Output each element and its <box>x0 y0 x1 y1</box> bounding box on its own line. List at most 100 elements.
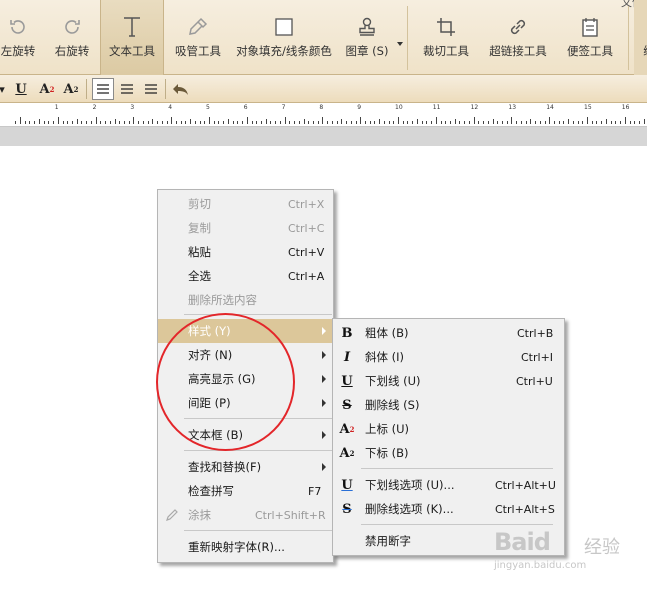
underline-button[interactable]: U <box>10 78 32 100</box>
dropdown-icon[interactable]: ▾ <box>0 78 8 100</box>
eyedropper-label: 吸管工具 <box>175 44 221 58</box>
ruler-tick <box>114 119 116 124</box>
sticky-note-button[interactable]: 便签工具 <box>560 0 620 75</box>
ruler-tick <box>246 117 248 124</box>
ruler-tick <box>209 117 210 124</box>
edit-button[interactable]: 编 <box>634 0 647 75</box>
ruler-tick <box>142 121 144 124</box>
subscript-button[interactable]: A2 <box>60 78 82 100</box>
edit-label: 编 <box>643 44 647 58</box>
smudge-icon <box>164 507 180 523</box>
menu-item-label: 全选 <box>188 269 211 283</box>
rotate-left-label: 左旋转 <box>0 44 36 58</box>
submenu-item-bold[interactable]: B 粗体 (B) Ctrl+B <box>333 321 564 345</box>
menu-item-remap-fonts[interactable]: 重新映射字体(R)... <box>158 535 333 559</box>
ruler-tick <box>100 121 102 124</box>
menu-item-shortcut: F7 <box>308 484 322 498</box>
stamp-icon <box>356 10 378 44</box>
ruler-tick <box>152 119 154 124</box>
rotate-left-button[interactable]: 左旋转 <box>0 0 42 75</box>
ruler-tick <box>166 121 168 124</box>
menu-item-paste[interactable]: 粘贴 Ctrl+V <box>158 240 333 264</box>
submenu-arrow-icon <box>322 463 326 471</box>
align-justify-icon <box>145 84 157 94</box>
ruler-tick <box>440 121 442 124</box>
ruler-tick <box>369 121 371 124</box>
ruler-tick <box>431 121 433 124</box>
ruler-tick <box>539 121 541 124</box>
ruler-tick <box>421 121 423 124</box>
eyedropper-icon <box>187 10 209 44</box>
ruler-tick <box>213 121 215 124</box>
menu-item-label: 下划线选项 (U)... <box>365 478 455 492</box>
ruler-tick <box>317 121 319 124</box>
ruler-tick <box>48 121 50 124</box>
align-justify-button[interactable] <box>140 78 162 100</box>
fill-color-button[interactable]: 对象填充/线条颜色 <box>234 0 334 75</box>
eyedropper-button[interactable]: 吸管工具 <box>168 0 228 75</box>
ruler-tick <box>525 121 527 124</box>
ruler-tick <box>34 121 36 124</box>
ruler-tick <box>133 117 135 124</box>
superscript-button[interactable]: A2 <box>36 78 58 100</box>
ruler-tick <box>327 121 329 124</box>
ruler-tick <box>516 121 518 124</box>
menu-separator <box>184 450 332 451</box>
ruler-tick <box>289 121 291 124</box>
ruler-tick <box>478 121 480 124</box>
strikethrough-icon: S <box>342 397 352 413</box>
menu-item-delete-selection[interactable]: 删除所选内容 <box>158 288 333 312</box>
align-center-button[interactable] <box>116 78 138 100</box>
submenu-item-strikethrough-options[interactable]: S 删除线选项 (K)... Ctrl+Alt+S <box>333 497 564 521</box>
crop-label: 裁切工具 <box>423 44 469 58</box>
ruler-tick <box>350 121 352 124</box>
ruler-tick <box>242 121 244 124</box>
ruler-tick <box>90 121 92 124</box>
menu-item-label: 重新映射字体(R)... <box>188 540 285 554</box>
submenu-item-strikethrough[interactable]: S 删除线 (S) <box>333 393 564 417</box>
submenu-item-superscript[interactable]: A2 上标 (U) <box>333 417 564 441</box>
menu-item-label: 斜体 (I) <box>365 350 405 364</box>
ruler-tick <box>251 121 253 124</box>
stamp-dropdown-icon[interactable] <box>397 42 403 46</box>
crop-button[interactable]: 裁切工具 <box>416 0 476 75</box>
toolbar-divider <box>407 6 408 70</box>
strikethrough-options-icon: S <box>342 501 352 517</box>
menu-item-spell-check[interactable]: 检查拼写 F7 <box>158 479 333 503</box>
submenu-item-italic[interactable]: I 斜体 (I) Ctrl+I <box>333 345 564 369</box>
ruler-tick <box>634 121 636 124</box>
page-gutter <box>0 127 647 146</box>
hyperlink-label: 超链接工具 <box>489 44 547 58</box>
menu-item-cut[interactable]: 剪切 Ctrl+X <box>158 192 333 216</box>
undo-button[interactable] <box>170 78 192 100</box>
submenu-item-underline[interactable]: U 下划线 (U) Ctrl+U <box>333 369 564 393</box>
submenu-item-subscript[interactable]: A2 下标 (B) <box>333 441 564 465</box>
menu-item-label: 剪切 <box>188 197 211 211</box>
ruler-number: 2 <box>92 104 97 111</box>
hyperlink-button[interactable]: 超链接工具 <box>484 0 552 75</box>
ruler-tick <box>218 121 220 124</box>
stamp-button[interactable]: 图章 (S) <box>340 0 394 75</box>
ruler-tick <box>336 121 338 124</box>
ruler-tick <box>605 119 607 124</box>
menu-item-select-all[interactable]: 全选 Ctrl+A <box>158 264 333 288</box>
text-tool-button[interactable]: 文本工具 <box>100 0 164 75</box>
ruler-number: 14 <box>546 104 554 111</box>
menu-item-label: 禁用断字 <box>365 534 411 548</box>
align-left-button[interactable] <box>92 78 114 100</box>
submenu-item-underline-options[interactable]: U 下划线选项 (U)... Ctrl+Alt+U <box>333 473 564 497</box>
ruler-tick <box>86 121 88 124</box>
ruler-tick <box>535 121 536 124</box>
menu-separator <box>361 524 553 525</box>
menu-item-shortcut: Ctrl+Alt+S <box>495 502 555 516</box>
app-window: 文件 左旋转 右旋转 文本工具 吸管工具 对象填充/线条颜色 图章 (S) 裁切… <box>0 0 647 591</box>
menu-item-find-replace[interactable]: 查找和替换(F) <box>158 455 333 479</box>
ruler-tick <box>256 121 258 124</box>
ruler: 1 2 3 4 5 6 7 8 9 10 11 12 13 14 15 16 <box>0 103 647 127</box>
menu-item-smudge[interactable]: 涂抹 Ctrl+Shift+R <box>158 503 333 527</box>
rotate-right-button[interactable]: 右旋转 <box>48 0 96 75</box>
subscript-mark: 2 <box>73 84 79 94</box>
menu-item-copy[interactable]: 复制 Ctrl+C <box>158 216 333 240</box>
ruler-tick <box>393 121 395 124</box>
align-center-icon <box>121 84 133 94</box>
